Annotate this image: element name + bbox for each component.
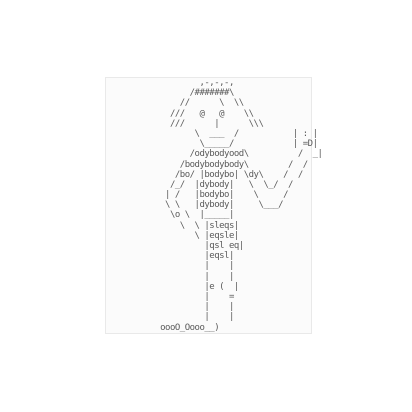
page: ,-,-,-, /#######\ // \ \\ /// @ @ \\ ///… (0, 0, 412, 412)
ascii-art-line: \ ___ / | : | (106, 128, 318, 139)
ascii-art-line: /bodybodybody\ / / (106, 159, 308, 170)
ascii-art-line: |qsl eq| (106, 241, 244, 251)
ascii-art-line: |e ( | (106, 281, 239, 292)
ascii-art-line: /#######\ (106, 88, 235, 99)
ascii-art-line: | | (106, 261, 234, 272)
ascii-art-line: /_/ |dybody| \ \_/ / (106, 179, 293, 190)
ascii-art-line: \_____/ | =D| (106, 139, 318, 150)
ascii-art-line: \o \ |_____| (106, 210, 234, 221)
ascii-art-line: /odybodyood\ / _| (106, 149, 323, 160)
ascii-art-line: | | (106, 271, 234, 282)
ascii-art-line: /// | \\\ (106, 118, 264, 129)
ascii-art-line: | | (106, 302, 234, 313)
ascii-art-line: | | (106, 312, 234, 323)
ascii-art-panel: ,-,-,-, /#######\ // \ \\ /// @ @ \\ ///… (105, 77, 323, 334)
ascii-art-line: /bo/ |bodybo| \dy\ / / (106, 169, 303, 180)
ascii-art-line: | / |bodybo| \ / (106, 190, 288, 201)
ascii-art-figure: ,-,-,-, /#######\ // \ \\ /// @ @ \\ ///… (106, 78, 323, 333)
ascii-art-line: /// @ @ \\ (106, 108, 254, 119)
ascii-art-line: ,-,-,-, (106, 78, 234, 88)
ascii-art-line: | = (106, 291, 234, 302)
ascii-art-line: \ |eqsle| (106, 230, 240, 241)
ascii-art-line: \ \ |sleqs| (106, 220, 240, 231)
ascii-art-line: \ \ |dybody| \___/ (106, 200, 284, 211)
ascii-art-line: oooO_Oooo__) (106, 322, 220, 333)
ascii-art-line: |eqsl| (106, 251, 234, 262)
ascii-art-line: // \ \\ (106, 98, 244, 109)
